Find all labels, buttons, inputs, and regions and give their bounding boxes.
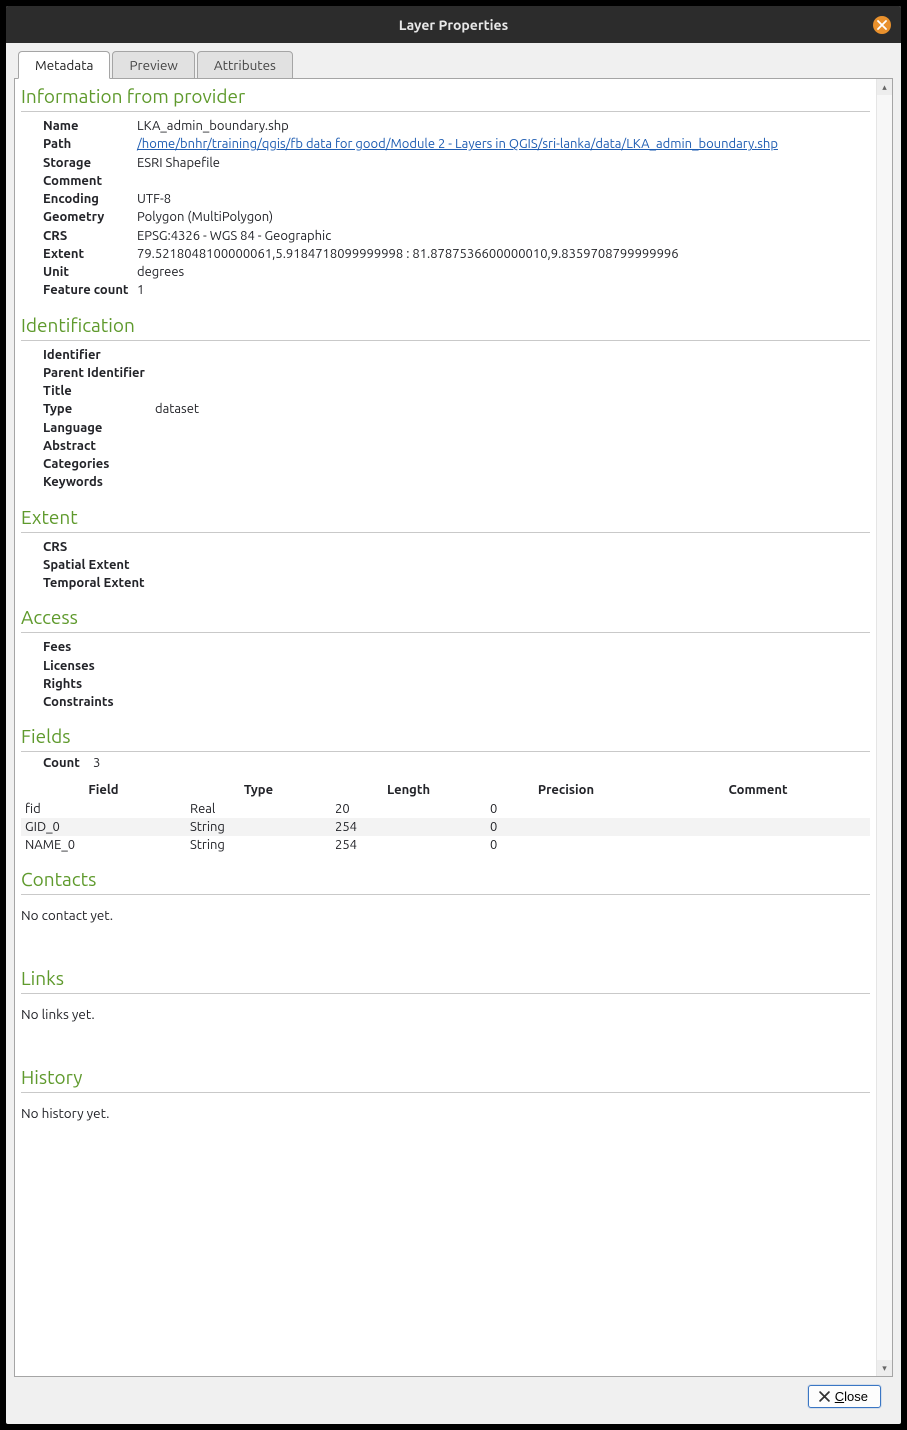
provider-encoding-label: Encoding — [43, 191, 137, 207]
ident-keywords-label: Keywords — [43, 474, 155, 490]
field-comment — [646, 836, 870, 854]
scroll-up-button[interactable]: ▴ — [877, 79, 892, 95]
contacts-message: No contact yet. — [21, 897, 870, 953]
provider-storage-label: Storage — [43, 155, 137, 171]
provider-path-label: Path — [43, 136, 137, 152]
table-row: fid Real 20 0 — [21, 800, 870, 818]
scroll-down-button[interactable]: ▾ — [877, 1360, 892, 1376]
fields-count-label: Count — [43, 756, 93, 770]
tab-attributes[interactable]: Attributes — [197, 51, 293, 79]
vertical-scrollbar[interactable]: ▴ ▾ — [876, 79, 892, 1376]
provider-featurecount-label: Feature count — [43, 282, 137, 298]
field-type: Real — [186, 800, 331, 818]
provider-comment-label: Comment — [43, 173, 137, 189]
provider-storage-value: ESRI Shapefile — [137, 155, 220, 171]
fields-head-type: Type — [186, 780, 331, 800]
fields-head-comment: Comment — [646, 780, 870, 800]
field-length: 254 — [331, 818, 486, 836]
access-licenses-label: Licenses — [43, 658, 137, 674]
identification-kv: Identifier Parent Identifier Title Typed… — [21, 343, 870, 492]
provider-geometry-value: Polygon (MultiPolygon) — [137, 209, 273, 225]
fields-table: Field Type Length Precision Comment fid … — [21, 780, 870, 854]
ident-categories-label: Categories — [43, 456, 155, 472]
provider-extent-label: Extent — [43, 246, 137, 262]
access-fees-label: Fees — [43, 639, 137, 655]
fields-head-length: Length — [331, 780, 486, 800]
section-links-title: Links — [21, 967, 870, 994]
field-precision: 0 — [486, 800, 646, 818]
field-comment — [646, 818, 870, 836]
provider-unit-value: degrees — [137, 264, 184, 280]
provider-name-label: Name — [43, 118, 137, 134]
titlebar: Layer Properties — [6, 6, 901, 43]
tab-bar: Metadata Preview Attributes — [14, 51, 893, 79]
field-name: fid — [21, 800, 186, 818]
ident-identifier-label: Identifier — [43, 347, 155, 363]
field-precision: 0 — [486, 818, 646, 836]
provider-crs-value: EPSG:4326 - WGS 84 - Geographic — [137, 228, 331, 244]
access-constraints-label: Constraints — [43, 694, 137, 710]
dialog-footer: Close — [14, 1377, 893, 1416]
section-fields-title: Fields — [21, 725, 870, 752]
links-message: No links yet. — [21, 996, 870, 1052]
provider-encoding-value: UTF-8 — [137, 191, 171, 207]
section-contacts-title: Contacts — [21, 868, 870, 895]
fields-head-precision: Precision — [486, 780, 646, 800]
scroll-track[interactable] — [877, 95, 892, 1360]
field-length: 254 — [331, 836, 486, 854]
table-row: NAME_0 String 254 0 — [21, 836, 870, 854]
access-kv: Fees Licenses Rights Constraints — [21, 635, 870, 711]
close-button-label: Close — [835, 1389, 868, 1404]
history-message: No history yet. — [21, 1095, 870, 1125]
field-type: String — [186, 836, 331, 854]
access-rights-label: Rights — [43, 676, 137, 692]
tab-preview[interactable]: Preview — [112, 51, 194, 79]
ident-abstract-label: Abstract — [43, 438, 155, 454]
close-icon — [877, 20, 887, 30]
extent-spatial-label: Spatial Extent — [43, 557, 155, 573]
extent-crs-label: CRS — [43, 539, 155, 555]
close-icon — [819, 1391, 830, 1402]
section-extent-title: Extent — [21, 506, 870, 533]
provider-name-value: LKA_admin_boundary.shp — [137, 118, 289, 134]
close-button[interactable]: Close — [808, 1385, 881, 1408]
section-access-title: Access — [21, 606, 870, 633]
window-title: Layer Properties — [399, 17, 508, 33]
provider-featurecount-value: 1 — [137, 282, 144, 298]
provider-path-link[interactable]: /home/bnhr/training/qgis/fb data for goo… — [137, 137, 778, 151]
section-history-title: History — [21, 1066, 870, 1093]
fields-head-field: Field — [21, 780, 186, 800]
field-precision: 0 — [486, 836, 646, 854]
tab-metadata[interactable]: Metadata — [18, 51, 110, 79]
chevron-down-icon: ▾ — [882, 1363, 887, 1374]
extent-temporal-label: Temporal Extent — [43, 575, 155, 591]
provider-geometry-label: Geometry — [43, 209, 137, 225]
ident-title-label: Title — [43, 383, 155, 399]
ident-parent-label: Parent Identifier — [43, 365, 155, 381]
field-name: GID_0 — [21, 818, 186, 836]
provider-kv: NameLKA_admin_boundary.shp Path/home/bnh… — [21, 114, 870, 300]
field-length: 20 — [331, 800, 486, 818]
ident-language-label: Language — [43, 420, 155, 436]
provider-unit-label: Unit — [43, 264, 137, 280]
table-row: GID_0 String 254 0 — [21, 818, 870, 836]
dialog-window: Layer Properties Metadata Preview Attrib… — [6, 6, 901, 1424]
field-name: NAME_0 — [21, 836, 186, 854]
field-comment — [646, 800, 870, 818]
fields-count-value: 3 — [93, 756, 100, 770]
window-close-button[interactable] — [873, 16, 891, 34]
ident-type-value: dataset — [155, 401, 199, 417]
provider-extent-value: 79.5218048100000061,5.9184718099999998 :… — [137, 246, 679, 262]
section-provider-title: Information from provider — [21, 85, 870, 112]
provider-crs-label: CRS — [43, 228, 137, 244]
field-type: String — [186, 818, 331, 836]
metadata-panel: Information from provider NameLKA_admin_… — [14, 78, 893, 1377]
section-identification-title: Identification — [21, 314, 870, 341]
extent-kv: CRS Spatial Extent Temporal Extent — [21, 535, 870, 593]
chevron-up-icon: ▴ — [882, 82, 887, 93]
ident-type-label: Type — [43, 401, 155, 417]
